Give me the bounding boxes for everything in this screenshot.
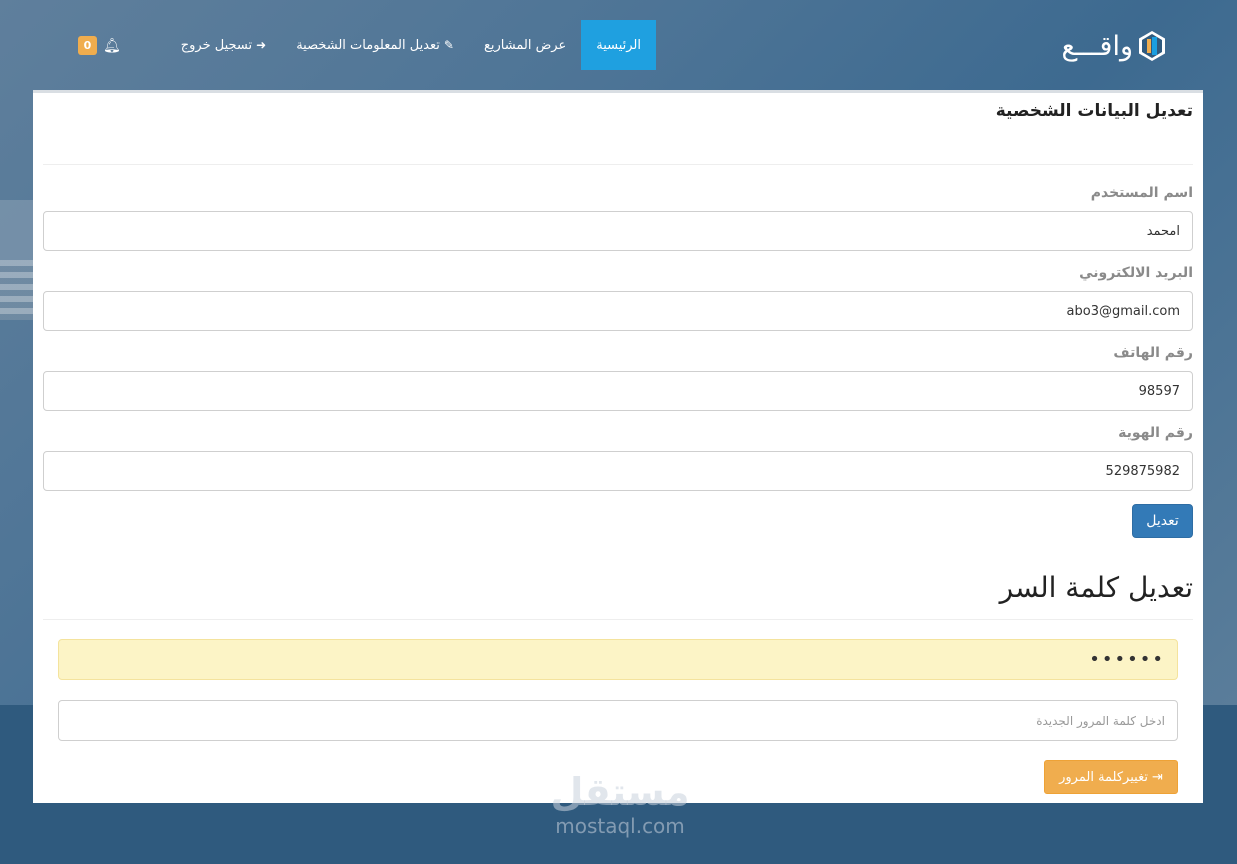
- change-password-button[interactable]: ⇥ تغييركلمة المرور: [1044, 760, 1178, 794]
- save-profile-button[interactable]: تعديل: [1132, 504, 1193, 538]
- email-label: البريد الالكتروني: [1079, 265, 1193, 281]
- username-label: اسم المستخدم: [1090, 185, 1193, 201]
- divider: [43, 619, 1193, 620]
- watermark-arabic: مستقل: [550, 770, 690, 814]
- phone-field[interactable]: 98597: [43, 371, 1193, 411]
- nav-item-edit-profile[interactable]: ✎ تعديل المعلومات الشخصية: [281, 20, 469, 70]
- notifications[interactable]: 0 🔔︎: [78, 36, 121, 55]
- page-title: تعديل البيانات الشخصية: [995, 101, 1193, 121]
- nav-item-label: عرض المشاريع: [483, 37, 567, 53]
- logo-text: واقـــع: [1061, 30, 1133, 62]
- logo-icon: [1139, 31, 1165, 61]
- main-nav: الرئيسية عرض المشاريع ✎ تعديل المعلومات …: [166, 20, 656, 70]
- id-number-label: رقم الهوية: [1118, 425, 1193, 441]
- current-password-field[interactable]: ••••••: [58, 639, 1178, 680]
- brand-logo[interactable]: واقـــع: [1061, 28, 1165, 64]
- notification-badge: 0: [78, 36, 97, 55]
- nav-item-logout[interactable]: ➜ تسجيل خروج: [166, 20, 281, 70]
- divider: [43, 164, 1193, 165]
- watermark: مستقل mostaql.com: [545, 770, 695, 838]
- change-password-label: تغييركلمة المرور: [1059, 769, 1148, 785]
- sign-out-icon: ➜: [256, 38, 267, 52]
- watermark-latin: mostaql.com: [555, 814, 685, 838]
- phone-label: رقم الهاتف: [1113, 345, 1193, 361]
- password-section-title: تعديل كلمة السر: [999, 571, 1193, 604]
- username-field[interactable]: امحمد: [43, 211, 1193, 251]
- nav-item-label: تسجيل خروج: [180, 37, 253, 53]
- email-field[interactable]: abo3@gmail.com: [43, 291, 1193, 331]
- sign-in-icon: ⇥: [1151, 769, 1163, 785]
- edit-icon: ✎: [443, 38, 454, 52]
- nav-item-label: تعديل المعلومات الشخصية: [296, 37, 440, 53]
- nav-item-label: الرئيسية: [596, 37, 641, 53]
- navbar: واقـــع الرئيسية عرض المشاريع ✎ تعديل ال…: [0, 0, 1237, 90]
- new-password-input[interactable]: ادخل كلمة المرور الجديدة: [58, 700, 1178, 741]
- nav-item-projects[interactable]: عرض المشاريع: [469, 20, 581, 70]
- profile-panel: تعديل البيانات الشخصية اسم المستخدم امحم…: [33, 90, 1203, 803]
- nav-item-home[interactable]: الرئيسية: [581, 20, 656, 70]
- bell-icon: 🔔︎: [103, 37, 121, 54]
- id-number-field[interactable]: 529875982: [43, 451, 1193, 491]
